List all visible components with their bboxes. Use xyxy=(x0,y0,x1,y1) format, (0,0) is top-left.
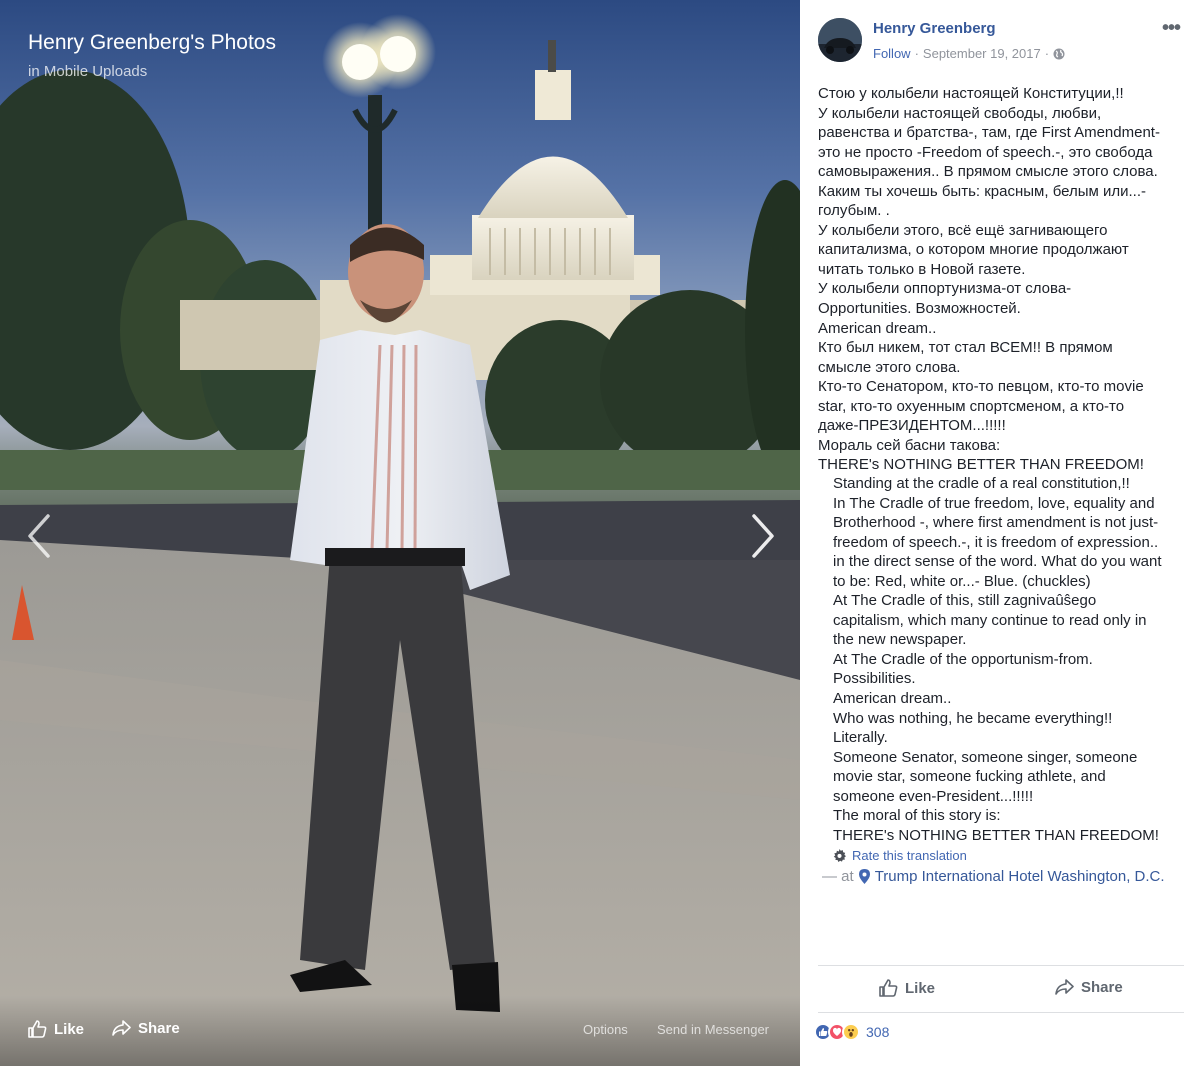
meta-separator: · xyxy=(914,46,919,61)
text-line: THERE's NOTHING BETTER THAN FREEDOM! xyxy=(833,826,1159,844)
post-location: — at Trump International Hotel Washingto… xyxy=(822,868,1165,885)
options-link[interactable]: Options xyxy=(583,1022,628,1037)
text-line: Brotherhood -, where first amendment is … xyxy=(833,514,1159,532)
divider xyxy=(818,965,1184,966)
post-translation-text: Standing at the cradle of a real constit… xyxy=(833,474,1193,845)
text-line: читать только в Новой газете. xyxy=(818,260,1026,278)
text-line: У колыбели оппортунизма-от слова- xyxy=(818,280,1072,298)
text-line: American dream.. xyxy=(818,319,937,337)
photo-viewer: Henry Greenberg's Photos in Mobile Uploa… xyxy=(0,0,800,1066)
text-line: Кто-то Сенатором, кто-то певцом, кто-то … xyxy=(818,378,1144,396)
follow-link[interactable]: Follow xyxy=(873,46,911,61)
text-line: someone even-President...!!!!! xyxy=(833,787,1034,805)
thumbs-up-icon xyxy=(879,979,898,997)
location-prefix: — at xyxy=(822,868,854,885)
more-options-button[interactable]: ••• xyxy=(1162,17,1181,40)
photo-share-button[interactable]: Share xyxy=(111,1019,180,1037)
text-line: movie star, someone fucking athlete, and xyxy=(833,768,1106,786)
thumbs-up-icon xyxy=(28,1020,47,1038)
text-line: голубым. . xyxy=(818,202,890,220)
post-like-button[interactable]: Like xyxy=(878,978,935,998)
subtitle-prefix: in xyxy=(28,63,40,80)
rate-translation-link[interactable]: Rate this translation xyxy=(833,848,967,863)
text-line: the new newspaper. xyxy=(833,631,967,649)
text-line: Кто был никем, тот стал ВСЕМ!! В прямом xyxy=(818,339,1113,357)
text-line: Мораль сей басни такова: xyxy=(818,436,1001,454)
text-line: American dream.. xyxy=(833,690,952,708)
divider xyxy=(818,1012,1184,1013)
post-author-name[interactable]: Henry Greenberg xyxy=(873,20,996,37)
text-line: At The Cradle of the opportunism-from. xyxy=(833,650,1093,668)
gear-icon xyxy=(833,849,846,862)
text-line: это не просто -Freedom of speech.-, это … xyxy=(818,143,1153,161)
post-share-label: Share xyxy=(1081,978,1123,996)
text-line: равенства и братства-, там, где First Am… xyxy=(818,124,1160,142)
avatar[interactable] xyxy=(818,18,862,62)
text-line: star, кто-то охуенным спортсменом, а кто… xyxy=(818,397,1125,415)
text-line: У колыбели этого, всё ещё загнивающего xyxy=(818,221,1108,239)
wow-reaction-icon xyxy=(842,1023,860,1041)
text-line: Who was nothing, he became everything!! xyxy=(833,709,1113,727)
post-panel: Henry Greenberg Follow · September 19, 2… xyxy=(800,0,1200,1066)
text-line: даже-ПРЕЗИДЕНТОМ...!!!!! xyxy=(818,417,1006,435)
text-line: Каким ты хочешь быть: красным, белым или… xyxy=(818,182,1146,200)
photo-share-label: Share xyxy=(138,1019,180,1037)
photo-like-label: Like xyxy=(54,1020,85,1038)
text-line: At The Cradle of this, still zagnivaûŝeg… xyxy=(833,592,1097,610)
location-link[interactable]: Trump International Hotel Washington, D.… xyxy=(875,868,1165,885)
text-line: У колыбели настоящей свободы, любви, xyxy=(818,104,1102,122)
text-line: in the direct sense of the word. What do… xyxy=(833,553,1162,571)
text-line: смысле этого слова. xyxy=(818,358,961,376)
text-line: Literally. xyxy=(833,729,888,747)
share-arrow-icon xyxy=(112,1020,131,1036)
reaction-count[interactable]: 308 xyxy=(866,1024,889,1040)
text-line: freedom of speech.-, it is freedom of ex… xyxy=(833,533,1159,551)
share-arrow-icon xyxy=(1055,979,1074,995)
avatar-image xyxy=(818,18,862,62)
map-pin-icon xyxy=(858,869,870,884)
text-line: Opportunities. Возможностей. xyxy=(818,300,1021,318)
text-line: Стою у колыбели настоящей Конституции,!! xyxy=(818,85,1124,102)
rate-translation-label: Rate this translation xyxy=(852,848,967,863)
photo xyxy=(0,14,800,1066)
photo-album-subtitle: in Mobile Uploads xyxy=(28,63,147,80)
text-line: капитализма, о котором многие продолжают xyxy=(818,241,1129,259)
text-line: THERE's NOTHING BETTER THAN FREEDOM! xyxy=(818,456,1144,474)
text-line: Someone Senator, someone singer, someone xyxy=(833,748,1138,766)
previous-photo-button[interactable] xyxy=(24,512,54,560)
post-share-button[interactable]: Share xyxy=(1054,978,1123,996)
post-original-text: Стою у колыбели настоящей Конституции,!!… xyxy=(818,84,1188,475)
meta-separator: · xyxy=(1044,46,1050,61)
next-photo-button[interactable] xyxy=(748,512,778,560)
send-in-messenger-link[interactable]: Send in Messenger xyxy=(657,1022,769,1037)
reaction-summary[interactable]: 308 xyxy=(814,1023,889,1041)
photo-like-button[interactable]: Like xyxy=(27,1019,84,1039)
photo-album-title[interactable]: Henry Greenberg's Photos xyxy=(28,31,276,55)
globe-icon xyxy=(1053,48,1065,59)
text-line: The moral of this story is: xyxy=(833,807,1001,825)
text-line: In The Cradle of true freedom, love, equ… xyxy=(833,494,1155,512)
album-link[interactable]: Mobile Uploads xyxy=(44,63,147,80)
text-line: to be: Red, white or...- Blue. (chuckles… xyxy=(833,572,1091,590)
post-date[interactable]: September 19, 2017 xyxy=(923,46,1041,61)
post-meta: Follow · September 19, 2017 · xyxy=(873,46,1065,61)
chevron-right-icon xyxy=(752,514,774,558)
text-line: capitalism, which many continue to read … xyxy=(833,611,1147,629)
text-line: Standing at the cradle of a real constit… xyxy=(833,475,1130,492)
text-line: Possibilities. xyxy=(833,670,916,688)
post-like-label: Like xyxy=(905,979,936,997)
chevron-left-icon xyxy=(28,514,50,558)
text-line: самовыражения.. В прямом смысле этого сл… xyxy=(818,163,1158,181)
